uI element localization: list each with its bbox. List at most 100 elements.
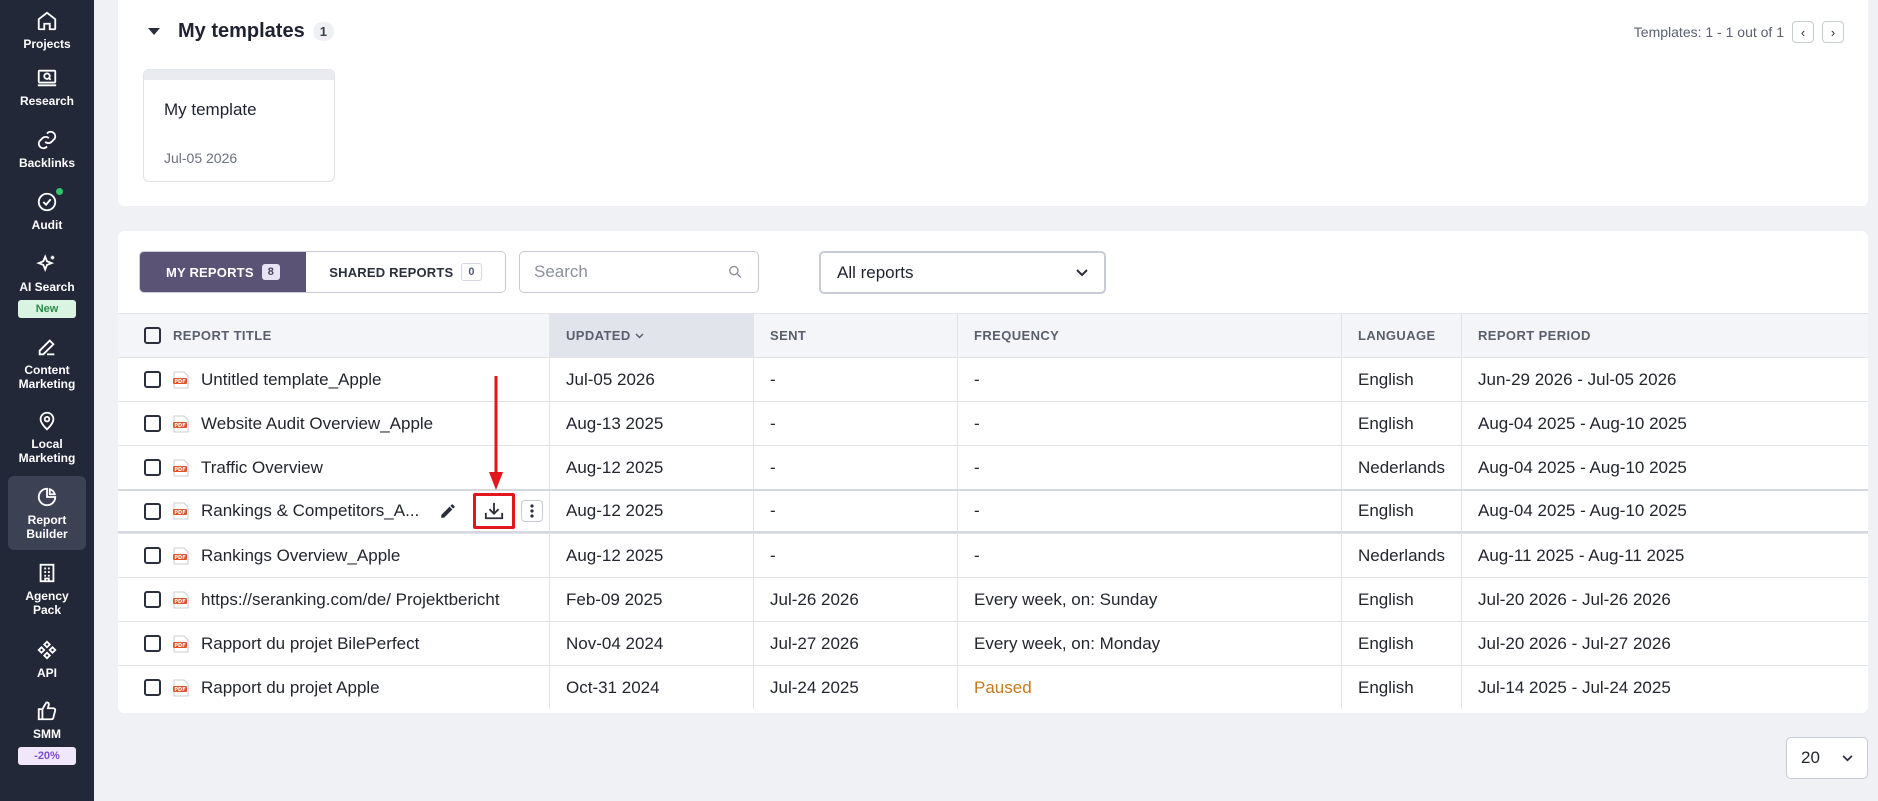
row-checkbox[interactable] (144, 591, 161, 608)
table-row[interactable]: PDF Rankings & Competitors_A... Aug-12 202… (118, 489, 1868, 533)
row-checkbox[interactable] (144, 371, 161, 388)
row-checkbox[interactable] (144, 679, 161, 696)
sidebar: Projects Research Backlinks Audit AI Sea… (0, 0, 94, 801)
updated-value: Aug-12 2025 (566, 501, 664, 520)
sidebar-item-label: Research (19, 93, 75, 108)
frequency-value: - (974, 413, 980, 433)
svg-text:PDF: PDF (174, 554, 185, 560)
svg-text:PDF: PDF (174, 378, 185, 384)
column-header-updated[interactable]: UPDATED (550, 314, 754, 357)
column-header-sent: SENT (754, 314, 958, 357)
cell-sent: - (754, 446, 958, 489)
status-dot (56, 188, 63, 195)
pdf-file-icon: PDF (173, 547, 189, 564)
report-title-link[interactable]: Untitled template_Apple (201, 370, 382, 390)
table-row[interactable]: PDF Rapport du projet BilePerfect Nov-04 2… (118, 621, 1868, 665)
language-value: English (1358, 413, 1414, 433)
svg-text:PDF: PDF (174, 598, 185, 604)
sidebar-item-label: SMM (33, 726, 61, 741)
row-checkbox[interactable] (144, 547, 161, 564)
cell-updated: Aug-12 2025 (550, 446, 754, 489)
annotation-arrow-icon (489, 376, 503, 490)
row-checkbox[interactable] (144, 459, 161, 476)
report-title-link[interactable]: Traffic Overview (201, 458, 323, 478)
sidebar-item-audit[interactable]: Audit (0, 180, 94, 242)
sidebar-item-backlinks[interactable]: Backlinks (0, 118, 94, 180)
sidebar-item-label: AI Search (19, 279, 75, 294)
table-row[interactable]: PDF Rankings Overview_Apple Aug-12 2025 - - N… (118, 533, 1868, 577)
templates-count: 1 (312, 22, 334, 41)
period-value: Jul-20 2026 - Jul-26 2026 (1478, 589, 1671, 609)
updated-value: Aug-12 2025 (566, 545, 664, 565)
pdf-file-icon: PDF (173, 415, 189, 432)
report-title-link[interactable]: Rapport du projet Apple (201, 678, 380, 698)
cell-language: English (1342, 491, 1462, 531)
chevron-right-icon[interactable]: › (1822, 21, 1844, 43)
sidebar-item-ai-search[interactable]: AI Search New (0, 242, 94, 328)
frequency-value: - (974, 545, 980, 565)
table-row[interactable]: PDF Traffic Overview Aug-12 2025 - - Nederlan… (118, 445, 1868, 489)
sidebar-item-smm[interactable]: SMM -20% (0, 690, 94, 774)
select-all-checkbox[interactable] (144, 327, 161, 344)
sidebar-item-report-builder[interactable]: Report Builder (8, 476, 86, 550)
cell-frequency: - (958, 402, 1342, 445)
table-row[interactable]: PDF Untitled template_Apple Jul-05 2026 - - E… (118, 357, 1868, 401)
per-page-select[interactable]: 20 (1786, 737, 1868, 779)
period-value: Aug-04 2025 - Aug-10 2025 (1478, 413, 1687, 433)
cell-title: PDF Rapport du projet Apple (118, 666, 550, 709)
pencil-icon[interactable] (437, 500, 459, 522)
search-icon[interactable] (727, 263, 744, 281)
cell-sent: - (754, 358, 958, 401)
search-field (519, 251, 759, 293)
more-options-icon[interactable] (521, 500, 543, 522)
report-filter-select[interactable]: All reports (819, 251, 1106, 294)
updated-value: Nov-04 2024 (566, 633, 664, 653)
frequency-value: - (974, 369, 980, 389)
download-button[interactable] (473, 493, 515, 529)
column-header-label: SENT (770, 328, 807, 343)
sidebar-item-label: API (36, 665, 57, 680)
row-checkbox[interactable] (144, 635, 161, 652)
table-row[interactable]: PDF https://seranking.com/de/ Projektberi… (118, 577, 1868, 621)
collapse-caret-icon[interactable] (148, 28, 160, 35)
chevron-down-icon (1076, 268, 1088, 276)
chevron-left-icon[interactable]: ‹ (1792, 21, 1814, 43)
sidebar-item-local-marketing[interactable]: Local Marketing (0, 398, 94, 476)
new-badge: New (18, 299, 76, 318)
cell-sent: - (754, 534, 958, 577)
cell-language: English (1342, 622, 1462, 665)
tab-shared-reports[interactable]: SHARED REPORTS 0 (306, 252, 505, 292)
sidebar-item-content-marketing[interactable]: Content Marketing (0, 328, 94, 398)
language-value: English (1358, 501, 1414, 520)
report-title-link[interactable]: https://seranking.com/de/ Projektbericht (201, 590, 500, 610)
sidebar-item-projects[interactable]: Projects (0, 4, 94, 56)
cell-sent: Jul-24 2025 (754, 666, 958, 709)
cell-title: PDF Traffic Overview (118, 446, 550, 489)
cell-title: PDF Rankings Overview_Apple (118, 534, 550, 577)
cell-language: English (1342, 402, 1462, 445)
tab-count: 8 (261, 264, 281, 280)
sidebar-item-research[interactable]: Research (0, 56, 94, 118)
report-title-link[interactable]: Rankings & Competitors_A... (201, 501, 419, 521)
pdf-file-icon: PDF (173, 635, 189, 652)
sidebar-item-agency-pack[interactable]: Agency Pack (0, 550, 94, 628)
table-row[interactable]: PDF Website Audit Overview_Apple Aug-13 20… (118, 401, 1868, 445)
templates-header[interactable]: My templates 1 (148, 20, 334, 43)
period-value: Jun-29 2026 - Jul-05 2026 (1478, 369, 1677, 389)
cell-updated: Oct-31 2024 (550, 666, 754, 709)
row-checkbox[interactable] (144, 415, 161, 432)
table-row[interactable]: PDF Rapport du projet Apple Oct-31 2024 Jul… (118, 665, 1868, 709)
report-title-link[interactable]: Rankings Overview_Apple (201, 546, 400, 566)
row-checkbox[interactable] (144, 502, 161, 520)
updated-value: Feb-09 2025 (566, 589, 663, 609)
svg-text:PDF: PDF (174, 466, 185, 472)
report-title-link[interactable]: Rapport du projet BilePerfect (201, 634, 419, 654)
tab-my-reports[interactable]: MY REPORTS 8 (140, 252, 306, 292)
cell-sent: - (754, 491, 958, 531)
building-icon (39, 563, 55, 582)
template-tile[interactable]: My template Jul-05 2026 (143, 69, 335, 182)
report-title-link[interactable]: Website Audit Overview_Apple (201, 414, 433, 434)
cell-updated: Aug-12 2025 (550, 534, 754, 577)
sidebar-item-api[interactable]: API (0, 628, 94, 690)
search-input[interactable] (534, 262, 728, 282)
